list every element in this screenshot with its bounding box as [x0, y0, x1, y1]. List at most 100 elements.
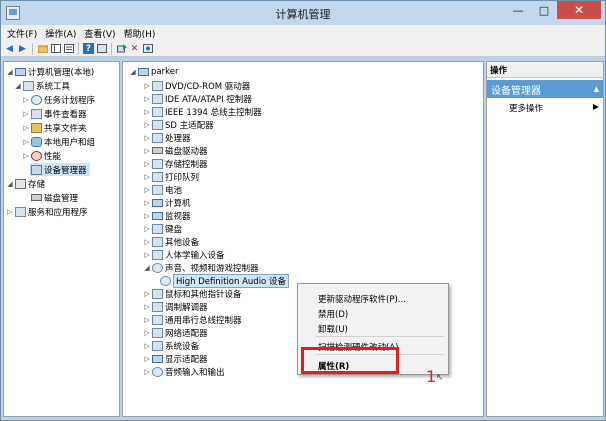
device-category-label: 鼠标和其他指针设备 — [165, 289, 242, 300]
tree-item-disk-management[interactable]: 磁盘管理 — [30, 191, 78, 204]
device-category[interactable]: ▷ 存储控制器 — [143, 157, 208, 170]
expand-arrow-icon[interactable]: ▷ — [22, 138, 30, 146]
menu-view[interactable]: 查看(V) — [80, 27, 119, 40]
forward-arrow-icon[interactable]: ▶ — [17, 43, 28, 54]
device-category[interactable]: ▷ 系统设备 — [143, 339, 199, 352]
tree-item-task-scheduler[interactable]: ▷ 任务计划程序 — [22, 93, 95, 106]
expand-arrow-icon[interactable]: ▷ — [143, 121, 151, 129]
expand-arrow-icon[interactable]: ▷ — [22, 152, 30, 160]
device-category[interactable]: ▷ 键盘 — [143, 222, 182, 235]
expand-arrow-icon[interactable]: ▷ — [143, 95, 151, 103]
menu-file[interactable]: 文件(F) — [3, 27, 41, 40]
minimize-button[interactable]: — — [505, 1, 531, 19]
properties-icon[interactable] — [63, 43, 74, 54]
device-category[interactable]: ▷ SD 主适配器 — [143, 118, 214, 131]
device-category[interactable]: ▷ DVD/CD-ROM 驱动器 — [143, 79, 250, 92]
device-category[interactable]: ▷ 网络适配器 — [143, 326, 208, 339]
expand-arrow-icon[interactable]: ▷ — [143, 147, 151, 155]
device-category[interactable]: ▷ 其他设备 — [143, 235, 199, 248]
tree-item-event-viewer[interactable]: ▷ 事件查看器 — [22, 107, 87, 120]
uninstall-icon[interactable]: ✕ — [129, 43, 140, 54]
device-category[interactable]: ▷ 人体学输入设备 — [143, 248, 225, 261]
expand-arrow-icon[interactable]: ▷ — [143, 160, 151, 168]
menu-help[interactable]: 帮助(H) — [120, 27, 160, 40]
expand-arrow-icon[interactable]: ▷ — [22, 96, 30, 104]
expand-arrow-icon[interactable]: ▷ — [6, 208, 14, 216]
menu-update-driver[interactable]: 更新驱动程序软件(P)... — [318, 293, 406, 305]
tree-item-device-manager[interactable]: 设备管理器 — [30, 163, 90, 176]
help-icon[interactable]: ? — [83, 43, 94, 54]
expand-arrow-icon[interactable]: ▷ — [22, 124, 30, 132]
maximize-button[interactable]: □ — [531, 1, 557, 19]
device-category-label: DVD/CD-ROM 驱动器 — [165, 81, 251, 92]
device-category-sound[interactable]: ◢ 声音、视频和游戏控制器 — [143, 261, 259, 274]
show-hide-tree-icon[interactable] — [50, 43, 61, 54]
console-icon[interactable] — [96, 43, 107, 54]
tree-item-performance[interactable]: ▷ 性能 — [22, 149, 61, 162]
collapse-arrow-icon[interactable]: ◢ — [14, 82, 22, 90]
expand-arrow-icon[interactable]: ▷ — [143, 108, 151, 116]
collapse-arrow-icon[interactable]: ◢ — [143, 264, 151, 272]
device-category[interactable]: ▷ 鼠标和其他指针设备 — [143, 287, 242, 300]
expand-arrow-icon[interactable]: ▷ — [143, 173, 151, 181]
network-adapter-icon — [152, 327, 163, 338]
expand-arrow-icon[interactable]: ▷ — [143, 238, 151, 246]
device-category-label: 打印队列 — [165, 172, 200, 183]
menu-uninstall[interactable]: 卸载(U) — [318, 323, 348, 335]
expand-arrow-icon[interactable]: ▷ — [143, 368, 151, 376]
expand-arrow-icon[interactable]: ▷ — [143, 329, 151, 337]
expand-arrow-icon[interactable]: ▷ — [143, 199, 151, 207]
device-category[interactable]: ▷ 音频输入和输出 — [143, 365, 225, 378]
update-driver-icon[interactable] — [116, 43, 127, 54]
device-category[interactable]: ▷ 处理器 — [143, 131, 191, 144]
up-folder-icon[interactable] — [37, 43, 48, 54]
toolbar-separator — [78, 42, 79, 55]
device-category[interactable]: ▷ 通用串行总线控制器 — [143, 313, 242, 326]
expand-arrow-icon[interactable]: ▷ — [143, 303, 151, 311]
device-category[interactable]: ▷ IEEE 1394 总线主控制器 — [143, 105, 262, 118]
expand-arrow-icon[interactable]: ▷ — [143, 82, 151, 90]
expand-arrow-icon[interactable]: ▷ — [22, 110, 30, 118]
expand-arrow-icon[interactable]: ▷ — [143, 225, 151, 233]
device-category-label: 调制解调器 — [165, 302, 208, 313]
actions-section-device-manager[interactable]: 设备管理器 ▲ — [487, 80, 603, 98]
device-root[interactable]: ◢ parker — [129, 65, 178, 78]
shared-folder-icon — [31, 122, 42, 133]
collapse-arrow-icon[interactable]: ◢ — [129, 68, 137, 76]
expand-arrow-icon[interactable]: ▷ — [143, 355, 151, 363]
collapse-up-icon[interactable]: ▲ — [594, 85, 599, 93]
device-category[interactable]: ▷ IDE ATA/ATAPI 控制器 — [143, 92, 252, 105]
expand-arrow-icon[interactable]: ▷ — [143, 290, 151, 298]
device-category[interactable]: ▷ 磁盘驱动器 — [143, 144, 207, 157]
device-category[interactable]: ▷ 计算机 — [143, 196, 191, 209]
title-bar[interactable]: 计算机管理 — □ ✕ — [1, 1, 605, 25]
device-category[interactable]: ▷ 显示适配器 — [143, 352, 208, 365]
chevron-right-icon[interactable]: ▶ — [593, 102, 599, 111]
collapse-arrow-icon[interactable]: ◢ — [6, 180, 14, 188]
expand-arrow-icon[interactable]: ▷ — [143, 134, 151, 142]
device-item-hd-audio[interactable]: High Definition Audio 设备 — [159, 273, 289, 288]
expand-arrow-icon[interactable]: ▷ — [143, 251, 151, 259]
expand-arrow-icon[interactable]: ▷ — [143, 212, 151, 220]
expand-arrow-icon[interactable]: ▷ — [143, 342, 151, 350]
tree-item-services-apps[interactable]: ▷ 服务和应用程序 — [6, 205, 88, 218]
device-category[interactable]: ▷ 打印队列 — [143, 170, 199, 183]
menu-disable[interactable]: 禁用(D) — [318, 308, 348, 320]
scan-hardware-icon[interactable] — [142, 43, 153, 54]
expand-arrow-icon[interactable]: ▷ — [143, 316, 151, 324]
tree-item-storage[interactable]: ◢ 存储 — [6, 177, 45, 190]
tree-item-system-tools[interactable]: ◢ 系统工具 — [14, 79, 70, 92]
device-category[interactable]: ▷ 监视器 — [143, 209, 191, 222]
close-button[interactable]: ✕ — [557, 1, 601, 19]
expand-arrow-icon[interactable]: ▷ — [143, 186, 151, 194]
device-category[interactable]: ▷ 电池 — [143, 183, 182, 196]
tree-item-local-users[interactable]: ▷ 本地用户和组 — [22, 135, 95, 148]
back-arrow-icon[interactable]: ◀ — [4, 43, 15, 54]
collapse-arrow-icon[interactable]: ◢ — [6, 68, 14, 76]
more-actions-link[interactable]: 更多操作 — [509, 102, 543, 114]
tree-item-shared-folders[interactable]: ▷ 共享文件夹 — [22, 121, 87, 134]
device-category-label: 计算机 — [165, 198, 191, 209]
tree-root[interactable]: ◢ 计算机管理(本地) — [6, 65, 94, 78]
menu-action[interactable]: 操作(A) — [41, 27, 80, 40]
device-category[interactable]: ▷ 调制解调器 — [143, 300, 208, 313]
